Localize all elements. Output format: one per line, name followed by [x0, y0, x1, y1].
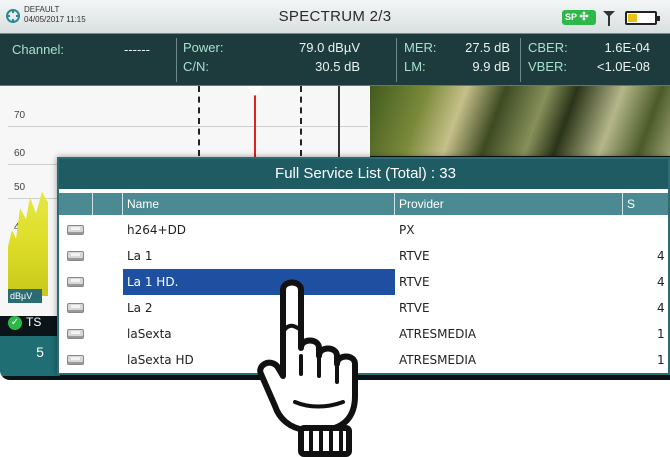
- table-header: Name Provider S: [59, 193, 668, 215]
- header-check: [59, 193, 93, 215]
- service-provider: ATRESMEDIA: [399, 353, 477, 367]
- y-tick-70: 70: [14, 110, 26, 121]
- sp-badge[interactable]: SP ✣: [562, 10, 596, 25]
- service-name: laSexta HD: [127, 353, 194, 367]
- row-checkbox[interactable]: [67, 277, 84, 287]
- row-checkbox[interactable]: [67, 329, 84, 339]
- softkey-1[interactable]: 5: [0, 336, 60, 376]
- power-label: Power:: [183, 40, 224, 55]
- service-extra: 1: [657, 327, 665, 341]
- lm-label: LM:: [404, 59, 426, 74]
- service-provider: RTVE: [399, 249, 430, 263]
- service-extra: 4: [657, 275, 665, 289]
- mer-value: 27.5 dB: [465, 40, 510, 55]
- cn-label: C/N:: [183, 59, 209, 74]
- service-extra: 4: [657, 249, 665, 263]
- service-provider: ATRESMEDIA: [399, 327, 477, 341]
- check-icon: ✓: [8, 316, 22, 330]
- measurement-bar: Channel: ------ Power: C/N: 79.0 dBµV 30…: [0, 34, 670, 86]
- move-icon: ✣: [579, 11, 589, 23]
- row-checkbox[interactable]: [67, 225, 84, 235]
- y-tick-50: 50: [14, 182, 26, 193]
- service-name: La 2: [127, 301, 153, 315]
- header-blank: [93, 193, 123, 215]
- service-name: La 1: [127, 249, 153, 263]
- channel-label: Channel:: [12, 42, 65, 57]
- service-name: h264+DD: [127, 223, 187, 237]
- dialog-title: Full Service List (Total) : 33: [59, 159, 668, 189]
- service-extra: 1: [657, 353, 665, 367]
- ts-status: TS: [26, 315, 42, 329]
- battery-icon: [625, 11, 660, 25]
- cber-value: 1.6E-04: [604, 40, 650, 55]
- mer-label: MER:: [404, 40, 437, 55]
- row-checkbox[interactable]: [67, 303, 84, 313]
- status-bar: DEFAULT 04/05/2017 11:15 SPECTRUM 2/3 SP…: [0, 0, 670, 34]
- service-provider: RTVE: [399, 275, 430, 289]
- grid-vline: [338, 86, 340, 166]
- service-name: neox: [127, 373, 156, 375]
- antenna-icon: [603, 11, 615, 26]
- video-preview: [370, 86, 670, 156]
- row-checkbox[interactable]: [67, 251, 84, 261]
- power-value: 79.0 dBµV: [299, 40, 360, 55]
- y-tick-60: 60: [14, 148, 26, 159]
- unit-label: dBµV: [8, 289, 42, 303]
- channel-value: ------: [124, 42, 150, 57]
- service-provider: PX: [399, 223, 415, 237]
- service-extra: 4: [657, 301, 665, 315]
- service-provider: RTVE: [399, 301, 430, 315]
- sp-label: SP: [565, 12, 577, 22]
- header-extra[interactable]: S: [623, 193, 668, 215]
- vber-label: VBER:: [528, 59, 568, 74]
- header-name[interactable]: Name: [123, 193, 395, 215]
- service-provider: ATRESMEDIA: [399, 373, 476, 375]
- vber-value: <1.0E-08: [596, 59, 650, 74]
- bandwidth-right-line: [300, 86, 302, 156]
- service-extra: 1: [657, 373, 665, 375]
- row-checkbox[interactable]: [67, 355, 84, 365]
- cber-label: CBER:: [528, 40, 568, 55]
- marker-triangle[interactable]: [247, 86, 263, 96]
- service-row[interactable]: h264+DD PX: [59, 217, 668, 243]
- cn-value: 30.5 dB: [315, 59, 360, 74]
- signal-trace: [8, 191, 48, 296]
- lm-value: 9.9 dB: [472, 59, 510, 74]
- service-name: laSexta: [127, 327, 172, 341]
- header-provider[interactable]: Provider: [395, 193, 623, 215]
- bandwidth-left-line: [198, 86, 200, 156]
- service-row[interactable]: La 1 RTVE 4: [59, 243, 668, 269]
- pointing-hand-icon: [257, 279, 358, 457]
